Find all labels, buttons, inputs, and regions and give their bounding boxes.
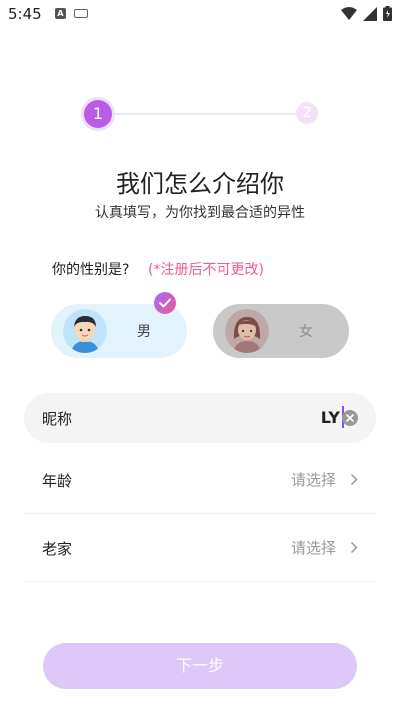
step-indicator: 1 2: [84, 100, 318, 128]
male-avatar-icon: [63, 309, 107, 353]
female-avatar-icon: [225, 309, 269, 353]
next-button[interactable]: 下一步: [43, 643, 357, 689]
age-selector[interactable]: 年龄 请选择: [24, 447, 376, 514]
hometown-value: 请选择: [290, 539, 336, 557]
gender-option-female[interactable]: 女: [213, 304, 349, 358]
notification-a-icon: A: [55, 8, 66, 19]
page-title: 我们怎么介绍你: [116, 170, 284, 198]
keyboard-icon: [74, 9, 88, 18]
step-2-indicator: 2: [296, 102, 318, 124]
hometown-label: 老家: [42, 540, 73, 558]
step-connector-line: [110, 113, 304, 115]
battery-icon: [383, 6, 392, 21]
chevron-right-icon: [350, 541, 358, 554]
chevron-right-icon: [350, 473, 358, 486]
status-icons: [341, 6, 392, 21]
gender-note: (*注册后不可更改): [148, 262, 264, 278]
age-label: 年龄: [42, 472, 73, 490]
gender-question-label: 你的性别是?: [52, 262, 130, 278]
step-1-indicator: 1: [84, 100, 112, 128]
signal-icon: [363, 6, 377, 21]
wifi-icon: [341, 6, 357, 20]
gender-label-male: 男: [137, 324, 151, 340]
nickname-label: 昵称: [42, 410, 73, 428]
age-value: 请选择: [290, 471, 336, 489]
gender-label-female: 女: [299, 324, 313, 340]
clear-icon[interactable]: [342, 410, 358, 426]
selected-check-icon: [154, 292, 176, 314]
status-bar: 5:45 A: [0, 0, 400, 28]
status-time: 5:45: [8, 5, 42, 23]
nickname-value[interactable]: LY: [321, 408, 340, 427]
nickname-input[interactable]: 昵称 LY: [24, 393, 376, 443]
page-subtitle: 认真填写，为你找到最合适的异性: [95, 205, 305, 221]
hometown-selector[interactable]: 老家 请选择: [24, 515, 376, 582]
